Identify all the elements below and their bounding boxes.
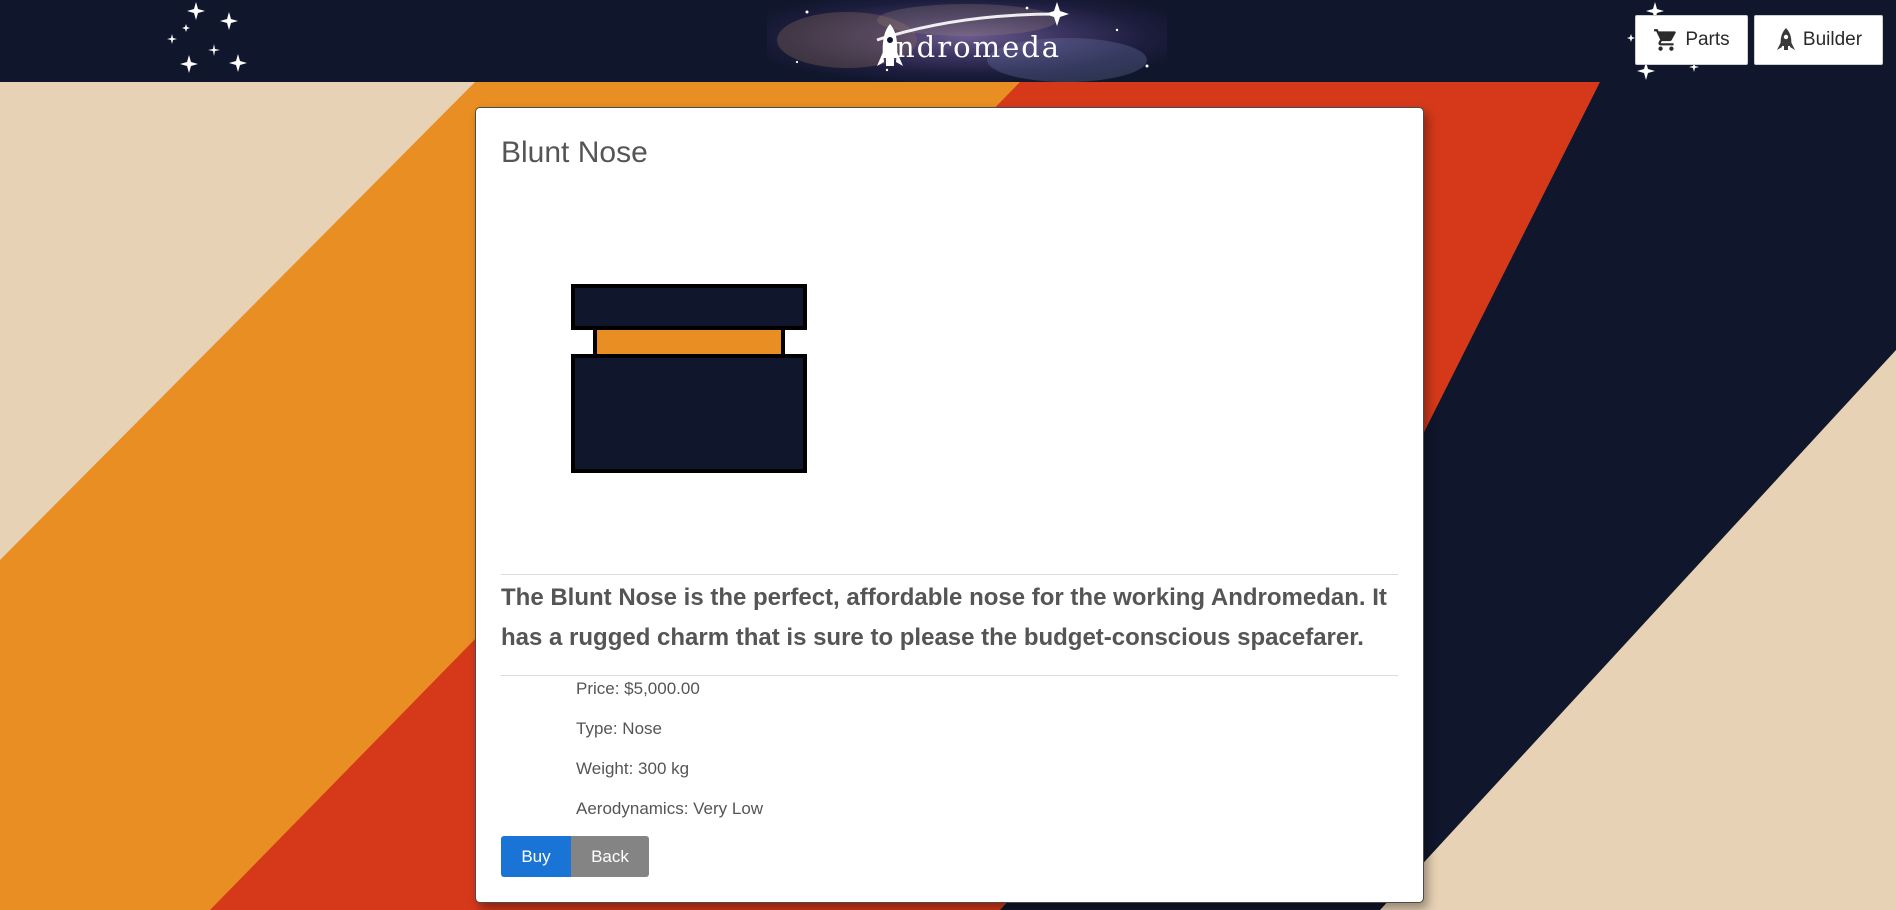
back-button[interactable]: Back xyxy=(571,836,649,877)
aerodynamics-text: Aerodynamics: Very Low xyxy=(576,799,764,818)
part-description: The Blunt Nose is the perfect, affordabl… xyxy=(501,584,1387,651)
page: ndromeda Parts Builder Blunt Nose The Bl… xyxy=(0,0,1896,910)
rocket-icon xyxy=(1776,28,1795,50)
part-title: Blunt Nose xyxy=(501,136,648,169)
type-text: Type: Nose xyxy=(576,719,662,738)
weight-text: Weight: 300 kg xyxy=(576,759,690,778)
divider xyxy=(501,574,1398,575)
price-text: Price: $5,000.00 xyxy=(576,679,700,698)
part-detail-card: Blunt Nose The Blunt Nose is the perfect… xyxy=(475,107,1424,903)
parts-label: Parts xyxy=(1685,29,1730,50)
cart-icon xyxy=(1654,29,1677,51)
buy-button[interactable]: Buy xyxy=(501,836,571,877)
header: ndromeda Parts Builder xyxy=(0,0,1896,82)
parts-button[interactable]: Parts xyxy=(1635,15,1748,65)
blunt-nose-image xyxy=(571,284,807,473)
builder-label: Builder xyxy=(1802,29,1863,50)
builder-button[interactable]: Builder xyxy=(1754,15,1883,65)
logo-text: ndromeda xyxy=(896,30,1062,64)
divider xyxy=(501,675,1398,676)
